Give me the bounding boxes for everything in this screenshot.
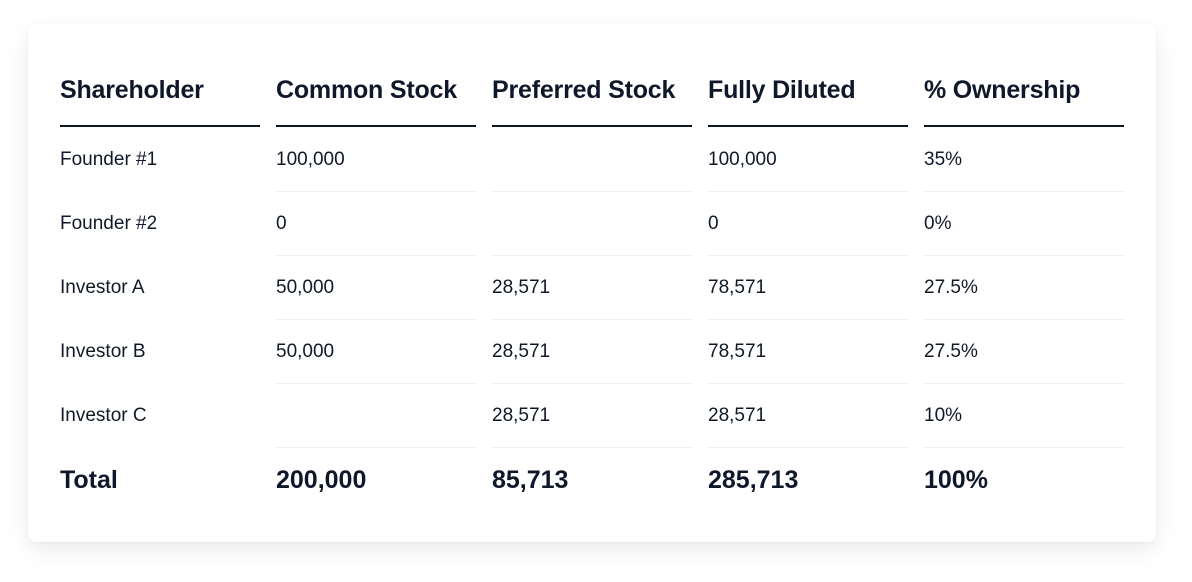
cell-common-stock: 100,000: [276, 128, 476, 192]
cell-common-stock: 50,000: [276, 256, 476, 320]
cell-ownership: 27.5%: [924, 320, 1124, 384]
cap-table-card: Shareholder Founder #1 Founder #2 Investor …: [28, 24, 1156, 542]
header-divider: [60, 125, 260, 127]
cell-preferred-stock: 28,571: [492, 384, 692, 448]
cell-fully-diluted: 28,571: [708, 384, 908, 448]
cell-fully-diluted: 78,571: [708, 256, 908, 320]
cell-shareholder: Investor A: [60, 277, 145, 298]
header-common-stock: Common Stock: [276, 76, 457, 104]
total-fully-diluted: 285,713: [708, 466, 799, 494]
cell-fully-diluted: 100,000: [708, 128, 908, 192]
header-shareholder: Shareholder: [60, 76, 204, 104]
total-common-stock: 200,000: [276, 466, 367, 494]
cell-preferred-stock: [492, 128, 692, 192]
cell-common-stock: [276, 384, 476, 448]
cell-shareholder: Founder #1: [60, 149, 158, 170]
header-divider: [708, 125, 908, 127]
header-divider: [492, 125, 692, 127]
cell-ownership: 35%: [924, 128, 1124, 192]
total-preferred-stock: 85,713: [492, 466, 569, 494]
total-ownership: 100%: [924, 466, 988, 494]
cell-ownership: 27.5%: [924, 256, 1124, 320]
cell-preferred-stock: 28,571: [492, 256, 692, 320]
cell-shareholder: Investor C: [60, 405, 147, 426]
header-preferred-stock: Preferred Stock: [492, 76, 676, 104]
cell-common-stock: 0: [276, 192, 476, 256]
cell-ownership: 10%: [924, 384, 1124, 448]
cell-preferred-stock: [492, 192, 692, 256]
cell-common-stock: 50,000: [276, 320, 476, 384]
total-shareholder: Total: [60, 466, 118, 494]
cell-fully-diluted: 78,571: [708, 320, 908, 384]
cell-ownership: 0%: [924, 192, 1124, 256]
cell-shareholder: Founder #2: [60, 213, 158, 234]
header-fully-diluted: Fully Diluted: [708, 76, 856, 104]
header-divider: [276, 125, 476, 127]
header-divider: [924, 125, 1124, 127]
cell-fully-diluted: 0: [708, 192, 908, 256]
cell-preferred-stock: 28,571: [492, 320, 692, 384]
header-ownership: % Ownership: [924, 76, 1081, 104]
cell-shareholder: Investor B: [60, 341, 146, 362]
